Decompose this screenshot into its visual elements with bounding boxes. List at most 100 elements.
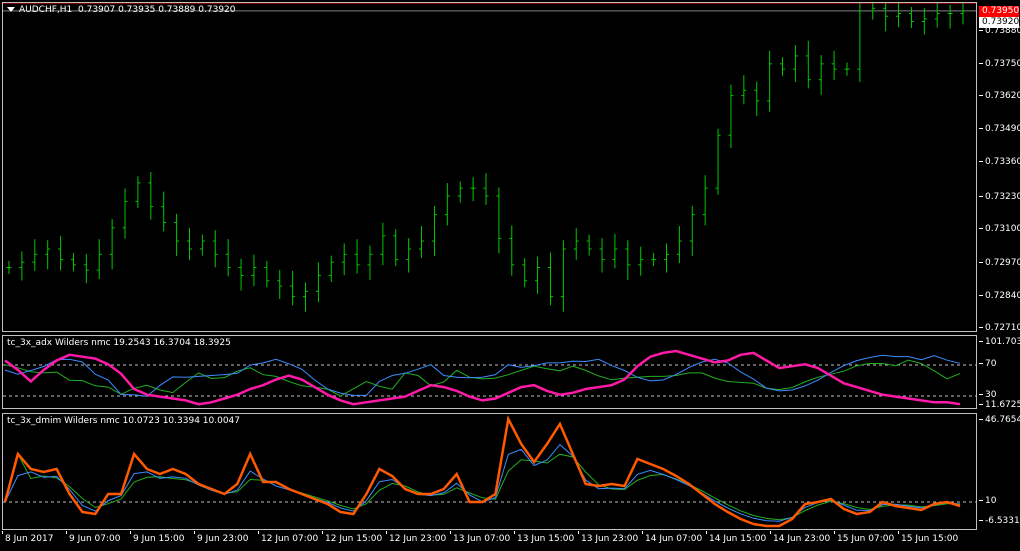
price-bar [792, 45, 798, 83]
price-chart-pane[interactable]: AUDCHF,H1 0.73907 0.73935 0.73889 0.7392… [2, 2, 977, 332]
price-bar [135, 176, 141, 208]
price-tick: 0.73490 [979, 124, 1020, 134]
time-label: 9 Jun 07:00 [69, 534, 121, 544]
price-bar [547, 252, 553, 306]
price-bar [238, 258, 244, 291]
time-tick-mark [770, 531, 771, 534]
price-bar [573, 228, 579, 260]
time-label: 13 Jun 07:00 [453, 534, 511, 544]
time-label: 14 Jun 15:00 [709, 534, 767, 544]
price-bar [831, 50, 837, 80]
adx-level-max: 101.7034 [979, 337, 1020, 347]
price-bar [199, 234, 205, 256]
price-bar [728, 84, 734, 149]
price-bar [702, 175, 708, 226]
price-bar [367, 245, 373, 280]
dmim-title: tc_3x_dmim Wilders nmc 10.0723 10.3394 1… [7, 416, 240, 426]
price-bar [651, 252, 657, 267]
price-bar [470, 177, 476, 202]
price-bar [225, 239, 231, 277]
price-bar [676, 225, 682, 264]
price-tick: 0.73360 [979, 157, 1020, 167]
price-tick: 0.72840 [979, 291, 1020, 301]
price-bar [148, 172, 154, 220]
time-label: 12 Jun 07:00 [261, 534, 319, 544]
price-bar [883, 3, 889, 32]
price-bar [741, 75, 747, 105]
price-bar [496, 187, 502, 254]
price-bar [754, 81, 760, 116]
time-label: 15 Jun 15:00 [901, 534, 959, 544]
dmim-level-min: -6.5331 [979, 516, 1020, 526]
price-bar [960, 3, 966, 25]
adx-level-30: 30 [979, 390, 1020, 400]
time-label: 14 Jun 07:00 [645, 534, 703, 544]
price-bar [315, 262, 321, 303]
price-bar [96, 239, 102, 279]
price-bar [406, 238, 412, 273]
dmim-axis: 46.7654 10 -6.5331 [979, 413, 1020, 530]
ohlc-close: 0.73920 [198, 5, 236, 15]
price-bar [586, 234, 592, 256]
price-bar [419, 225, 425, 258]
price-bar [303, 282, 309, 312]
time-tick-mark [130, 531, 131, 534]
price-bar [560, 240, 566, 312]
price-bar [212, 230, 218, 268]
bid-price-tag: 0.73920 [979, 17, 1019, 28]
ask-price-tag: 0.73950 [979, 6, 1019, 17]
time-tick-mark [386, 531, 387, 534]
time-tick-mark [2, 531, 3, 534]
price-bar [715, 128, 721, 195]
price-bar [109, 219, 115, 270]
symbol-name: AUDCHF,H1 [19, 5, 73, 15]
dmim-indicator-pane[interactable]: tc_3x_dmim Wilders nmc 10.0723 10.3394 1… [2, 413, 977, 530]
time-label: 9 Jun 15:00 [133, 534, 185, 544]
dmim-level-10: 10 [979, 496, 1020, 506]
adx-axis: 101.7034 70 30 11.6725 [979, 335, 1020, 410]
price-bar [767, 50, 773, 112]
price-bar [483, 173, 489, 205]
time-label: 12 Jun 23:00 [389, 534, 447, 544]
adx-level-min: 11.6725 [979, 400, 1020, 410]
price-tick: 0.72970 [979, 258, 1020, 268]
price-bar [663, 243, 669, 273]
dmim-green-line [4, 452, 960, 521]
price-tick: 0.73750 [979, 59, 1020, 69]
time-tick-mark [450, 531, 451, 534]
price-bar [457, 181, 463, 203]
price-bar [947, 4, 953, 29]
price-bar [6, 260, 12, 275]
adx-indicator-pane[interactable]: tc_3x_adx Wilders nmc 19.2543 16.3704 18… [2, 335, 977, 409]
time-tick-mark [834, 531, 835, 534]
price-bar [612, 233, 618, 269]
dropdown-triangle-icon[interactable] [7, 7, 15, 12]
dmim-level-max: 46.7654 [979, 415, 1020, 425]
price-bar [277, 269, 283, 299]
price-bar [380, 222, 386, 266]
time-label: 12 Jun 15:00 [325, 534, 383, 544]
price-bar [83, 254, 89, 284]
price-bars [3, 3, 976, 312]
price-bar [70, 252, 76, 272]
price-bar [328, 255, 334, 283]
time-tick-mark [642, 531, 643, 534]
time-label: 14 Jun 23:00 [773, 534, 831, 544]
ohlc-low: 0.73889 [158, 5, 196, 15]
price-bar [186, 228, 192, 260]
price-bar [122, 188, 128, 239]
time-label: 13 Jun 23:00 [581, 534, 639, 544]
price-bar [174, 213, 180, 257]
price-bar [522, 258, 528, 288]
price-bar [251, 254, 257, 287]
adx-title: tc_3x_adx Wilders nmc 19.2543 16.3704 18… [7, 338, 231, 348]
price-tick: 0.73100 [979, 224, 1020, 234]
price-bar [509, 225, 515, 276]
price-bar [857, 3, 863, 83]
price-tick: 0.73230 [979, 192, 1020, 202]
time-tick-mark [322, 531, 323, 534]
price-bar [780, 57, 786, 76]
dmim-blue-line [4, 443, 961, 522]
time-axis: 8 Jun 2017 9 Jun 07:00 9 Jun 15:00 9 Jun 23… [0, 531, 1020, 551]
price-bar [32, 239, 38, 271]
